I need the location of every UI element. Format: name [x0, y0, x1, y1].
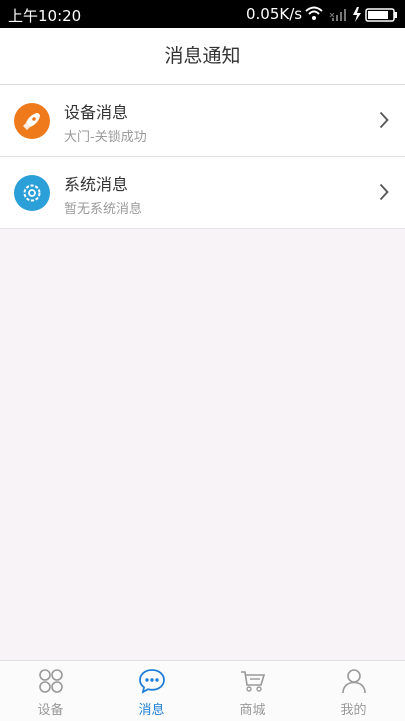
status-icons: [305, 6, 397, 22]
rocket-icon: [14, 103, 50, 139]
chat-icon: [139, 669, 165, 694]
tab-label: 消息: [138, 703, 165, 718]
tab-label: 我的: [340, 703, 367, 718]
chevron-right-icon: [379, 183, 389, 201]
message-title: 设备消息: [64, 103, 129, 122]
status-time: 上午10:20: [8, 7, 82, 25]
page-header: 消息通知: [0, 28, 405, 85]
tab-shop[interactable]: 商城: [202, 661, 303, 721]
chevron-right-icon: [379, 111, 389, 129]
message-subtitle: 大门-关锁成功: [64, 130, 147, 145]
tab-devices[interactable]: 设备: [0, 661, 101, 721]
network-speed: 0.05K/s: [246, 5, 303, 23]
message-item-system[interactable]: 系统消息 暂无系统消息: [0, 157, 405, 229]
tab-profile[interactable]: 我的: [303, 661, 404, 721]
grid-icon: [39, 669, 63, 693]
message-list: 设备消息 大门-关锁成功 系统消息 暂无系统消息: [0, 85, 405, 229]
page-title: 消息通知: [164, 45, 241, 67]
wifi-icon: [305, 6, 323, 20]
tab-messages[interactable]: 消息: [101, 661, 202, 721]
message-item-device[interactable]: 设备消息 大门-关锁成功: [0, 85, 405, 157]
message-title: 系统消息: [64, 175, 129, 194]
message-subtitle: 暂无系统消息: [64, 202, 143, 217]
battery-icon: [365, 8, 397, 22]
person-icon: [342, 669, 366, 694]
tab-label: 设备: [37, 703, 64, 718]
signal-icon: [329, 9, 346, 21]
charging-icon: [353, 7, 361, 22]
gear-icon: [14, 175, 50, 211]
cart-icon: [241, 671, 266, 692]
tab-label: 商城: [239, 703, 266, 718]
status-bar: 上午10:20 0.05K/s: [0, 0, 405, 28]
bottom-tabbar: 设备 消息 商城 我的: [0, 660, 405, 721]
